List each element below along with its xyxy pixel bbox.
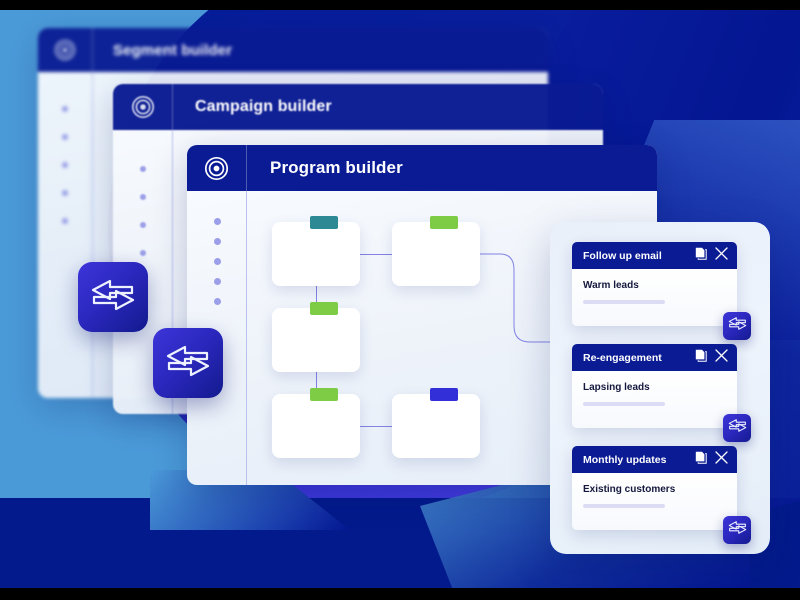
- asset-card[interactable]: Monthly updates Existing customers: [572, 446, 751, 544]
- close-icon[interactable]: [715, 348, 728, 367]
- asset-card-header: Monthly updates: [572, 446, 737, 473]
- asset-card-progress-bar: [583, 504, 665, 508]
- asset-card[interactable]: Follow up email Warm leads: [572, 242, 751, 340]
- asset-card-body: Lapsing leads: [572, 371, 751, 442]
- campaign-builder-title: Campaign builder: [195, 98, 332, 115]
- rail-dot[interactable]: [62, 162, 68, 168]
- asset-card[interactable]: Re-engagement Lapsing leads: [572, 344, 751, 442]
- rail-dot[interactable]: [214, 278, 221, 285]
- rail-dot[interactable]: [140, 166, 146, 172]
- asset-card-title: Re-engagement: [583, 351, 662, 364]
- letterbox-top: [0, 0, 800, 10]
- program-builder-title: Program builder: [270, 158, 403, 177]
- copy-icon[interactable]: [695, 349, 707, 367]
- illustration-stage: Segment builder Campaign builder Program…: [0, 0, 800, 600]
- rail-dot[interactable]: [62, 134, 68, 140]
- asset-card-body: Warm leads: [572, 269, 751, 340]
- rail-dot[interactable]: [62, 190, 68, 196]
- asset-card-body: Existing customers: [572, 473, 751, 544]
- rail-dot[interactable]: [214, 218, 221, 225]
- asset-card-progress-bar: [583, 402, 665, 406]
- program-builder-titlebar: Program builder: [187, 145, 657, 191]
- asset-card-progress-bar: [583, 300, 665, 304]
- swap-arrows-icon: [90, 277, 136, 318]
- segment-builder-titlebar: Segment builder: [38, 28, 548, 72]
- rail-dot[interactable]: [214, 238, 221, 245]
- close-icon[interactable]: [715, 450, 728, 469]
- swap-arrows-icon: [165, 343, 211, 384]
- card-swap-button[interactable]: [723, 516, 751, 544]
- target-icon: [38, 28, 93, 72]
- asset-card-label: Existing customers: [583, 484, 676, 495]
- asset-card-title: Follow up email: [583, 249, 662, 262]
- asset-card-label: Warm leads: [583, 280, 639, 291]
- copy-icon[interactable]: [695, 247, 707, 265]
- card-swap-button[interactable]: [723, 414, 751, 442]
- swap-arrows-icon: [728, 520, 747, 540]
- card-swap-button[interactable]: [723, 312, 751, 340]
- rail-dot[interactable]: [214, 298, 221, 305]
- rail-dot[interactable]: [62, 218, 68, 224]
- swap-button[interactable]: [153, 328, 223, 398]
- segment-builder-rail: [38, 72, 93, 398]
- swap-button[interactable]: [78, 262, 148, 332]
- campaign-builder-titlebar: Campaign builder: [113, 84, 603, 130]
- segment-builder-title: Segment builder: [113, 41, 233, 59]
- rail-dot[interactable]: [214, 258, 221, 265]
- rail-dot[interactable]: [140, 194, 146, 200]
- asset-card-title: Monthly updates: [583, 453, 667, 466]
- letterbox-bottom: [0, 588, 800, 600]
- rail-dot[interactable]: [62, 106, 68, 112]
- swap-arrows-icon: [728, 316, 747, 336]
- asset-card-actions: [695, 246, 728, 265]
- target-icon: [113, 84, 173, 130]
- close-icon[interactable]: [715, 246, 728, 265]
- asset-card-actions: [695, 450, 728, 469]
- asset-card-actions: [695, 348, 728, 367]
- swap-arrows-icon: [728, 418, 747, 438]
- asset-card-header: Follow up email: [572, 242, 737, 269]
- copy-icon[interactable]: [695, 451, 707, 469]
- target-icon: [187, 145, 247, 191]
- asset-card-header: Re-engagement: [572, 344, 737, 371]
- asset-cards-panel: Follow up email Warm leads Re-engagement…: [550, 222, 770, 554]
- rail-dot[interactable]: [140, 222, 146, 228]
- asset-card-label: Lapsing leads: [583, 382, 650, 393]
- rail-dot[interactable]: [140, 250, 146, 256]
